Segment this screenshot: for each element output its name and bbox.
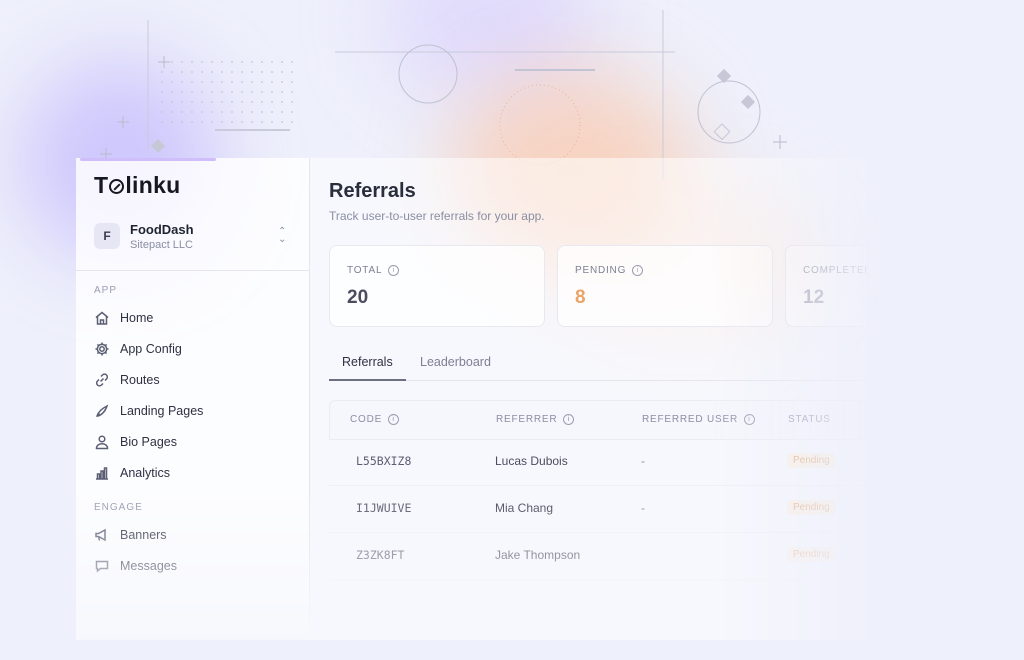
home-icon bbox=[95, 311, 109, 325]
info-icon[interactable]: i bbox=[743, 414, 755, 425]
column-header-referrer[interactable]: REFERRER bbox=[496, 414, 557, 425]
main-content: Referrals Track user-to-user referrals f… bbox=[309, 158, 1001, 640]
user-icon bbox=[95, 435, 109, 450]
megaphone-icon bbox=[95, 528, 106, 542]
sidebar-item-home[interactable]: Home bbox=[94, 306, 294, 330]
gear-icon bbox=[95, 342, 109, 356]
logo[interactable]: Tlinku bbox=[94, 172, 181, 199]
sidebar-item-label: Banners bbox=[120, 528, 167, 542]
sidebar-item-landing-pages[interactable]: Landing Pages bbox=[94, 399, 294, 423]
referrer-name: Jake Thompson bbox=[495, 548, 581, 562]
referred-user: - bbox=[641, 501, 645, 515]
bar-chart-icon bbox=[96, 467, 108, 480]
info-icon[interactable]: i bbox=[388, 414, 400, 425]
tab-leaderboard[interactable]: Leaderboard bbox=[420, 355, 491, 379]
referral-code: I1JWUIVE bbox=[356, 501, 412, 515]
status-badge: Pending bbox=[787, 500, 836, 515]
stat-label: TOTAL bbox=[347, 265, 383, 276]
sidebar-item-routes[interactable]: Routes bbox=[94, 368, 294, 392]
referrals-table: CODE i REFERRER i REFERRED USER i STATUS L5… bbox=[329, 400, 871, 660]
tab-referrals[interactable]: Referrals bbox=[329, 355, 406, 381]
referrer-name: Mia Chang bbox=[495, 501, 554, 515]
table-row[interactable]: L55BXIZ8 Lucas Dubois - Pending bbox=[329, 439, 869, 486]
stat-value: 8 bbox=[575, 287, 586, 308]
referral-code: L55BXIZ8 bbox=[356, 454, 412, 468]
sidebar-item-label: Analytics bbox=[120, 466, 171, 480]
link-icon bbox=[95, 373, 109, 387]
table-row[interactable]: I1JWUIVE Mia Chang - Pending bbox=[329, 486, 869, 533]
sidebar-item-bio-pages[interactable]: Bio Pages bbox=[94, 430, 294, 454]
sidebar-item-label: App Config bbox=[120, 342, 182, 356]
column-header-status[interactable]: STATUS bbox=[788, 414, 831, 425]
status-badge: Pending bbox=[787, 453, 836, 468]
section-label-app: APP bbox=[94, 285, 118, 296]
table-row[interactable]: Z3ZK8FT Jake Thompson Pending bbox=[329, 533, 869, 580]
column-header-code[interactable]: CODE bbox=[350, 414, 382, 425]
sidebar-item-app-config[interactable]: App Config bbox=[94, 337, 294, 361]
sidebar-item-label: Home bbox=[120, 311, 154, 325]
table-header: CODE i REFERRER i REFERRED USER i STATUS bbox=[329, 400, 871, 440]
info-icon[interactable]: i bbox=[388, 265, 400, 276]
sidebar-item-banners[interactable]: Banners bbox=[94, 523, 294, 547]
page-subtitle: Track user-to-user referrals for your ap… bbox=[329, 209, 545, 223]
sidebar-item-label: Messages bbox=[120, 559, 177, 573]
stat-value: 20 bbox=[347, 287, 369, 308]
column-header-referred-user[interactable]: REFERRED USER bbox=[642, 414, 738, 425]
workspace-org: Sitepact LLC bbox=[130, 239, 193, 251]
message-icon bbox=[95, 560, 109, 573]
sidebar-item-label: Landing Pages bbox=[120, 404, 204, 418]
info-icon[interactable]: i bbox=[563, 414, 575, 425]
stat-card-pending: PENDING i 8 bbox=[557, 245, 773, 327]
workspace-switcher[interactable]: F FoodDash Sitepact LLC ⌃ ⌄ bbox=[94, 220, 294, 254]
app-window: Tlinku F FoodDash Sitepact LLC ⌃ ⌄ APP Ho… bbox=[76, 158, 1001, 640]
page-title: Referrals bbox=[329, 180, 416, 202]
rocket-icon bbox=[95, 404, 109, 417]
stat-label: PENDING bbox=[575, 265, 627, 276]
stat-card-total: TOTAL i 20 bbox=[329, 245, 545, 327]
sidebar-divider bbox=[76, 270, 309, 271]
workspace-name: FoodDash bbox=[130, 222, 194, 237]
section-label-engage: ENGAGE bbox=[94, 502, 143, 513]
workspace-avatar: F bbox=[94, 223, 120, 249]
sidebar-item-label: Bio Pages bbox=[120, 435, 177, 449]
stat-value: 12 bbox=[803, 287, 825, 308]
referred-user: - bbox=[641, 454, 645, 468]
referrer-name: Lucas Dubois bbox=[495, 454, 568, 468]
sidebar: Tlinku F FoodDash Sitepact LLC ⌃ ⌄ APP Ho… bbox=[76, 158, 310, 640]
chevron-up-down-icon: ⌃ ⌄ bbox=[278, 226, 287, 245]
sidebar-item-analytics[interactable]: Analytics bbox=[94, 461, 294, 485]
sidebar-item-label: Routes bbox=[120, 373, 160, 387]
status-badge: Pending bbox=[787, 547, 836, 562]
referral-code: Z3ZK8FT bbox=[356, 548, 405, 562]
sidebar-item-messages[interactable]: Messages bbox=[94, 554, 294, 578]
tab-bar: Referrals Leaderboard bbox=[329, 350, 869, 381]
stat-label: COMPLETED bbox=[803, 265, 873, 276]
info-icon[interactable]: i bbox=[632, 265, 644, 276]
